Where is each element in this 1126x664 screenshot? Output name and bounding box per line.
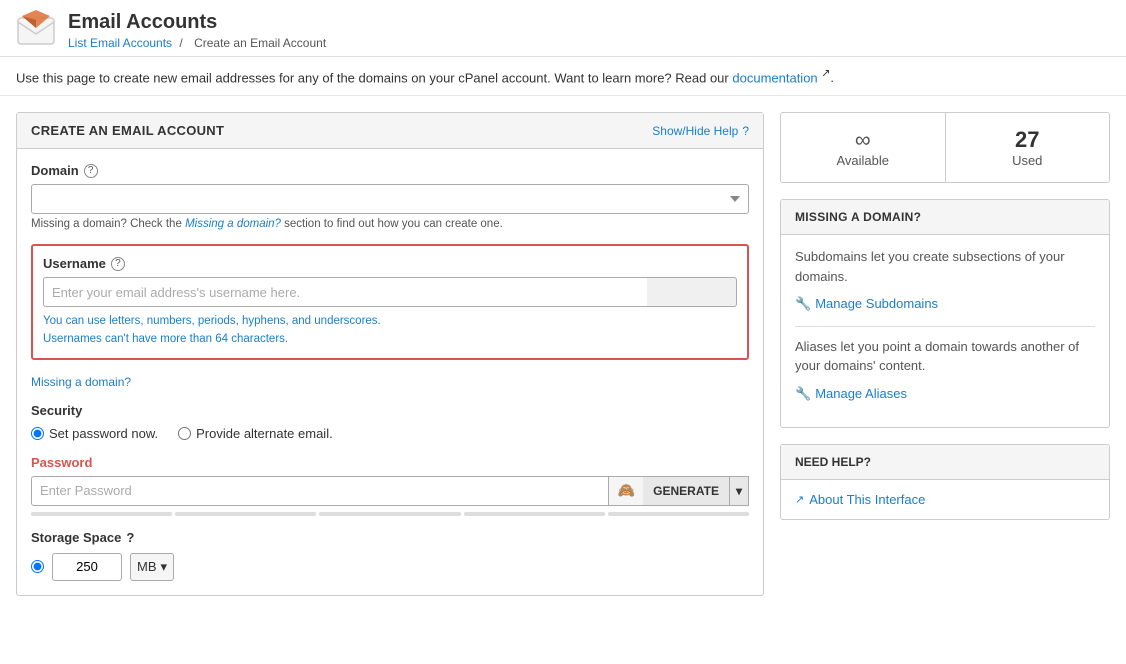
missing-domain-card: MISSING A DOMAIN? Subdomains let you cre… <box>780 199 1110 428</box>
storage-unit-select[interactable]: MB ▾ <box>130 553 174 581</box>
stats-card: ∞ Available 27 Used <box>780 112 1110 183</box>
username-help-icon[interactable]: ? <box>111 257 125 271</box>
strength-segment-1 <box>31 512 172 516</box>
available-stat: ∞ Available <box>781 113 946 182</box>
aliases-text: Aliases let you point a domain towards a… <box>795 337 1095 376</box>
form-card-body: Domain ? Missing a domain? Check the Mis… <box>17 149 763 595</box>
subdomains-text: Subdomains let you create subsections of… <box>795 247 1095 286</box>
missing-domain-link[interactable]: Missing a domain? <box>31 375 131 389</box>
show-hide-help-link[interactable]: Show/Hide Help ? <box>652 124 749 138</box>
manage-subdomains-link[interactable]: 🔧 Manage Subdomains <box>795 294 1095 314</box>
username-section: Username ? You can use letters, numbers,… <box>31 244 749 360</box>
left-column: CREATE AN EMAIL ACCOUNT Show/Hide Help ?… <box>16 112 764 596</box>
manage-aliases-link[interactable]: 🔧 Manage Aliases <box>795 384 1095 404</box>
radio-set-password[interactable]: Set password now. <box>31 426 158 441</box>
security-radio-group: Set password now. Provide alternate emai… <box>31 426 749 441</box>
breadcrumb-current: Create an Email Account <box>194 36 326 50</box>
username-input[interactable] <box>43 277 647 307</box>
toggle-password-button[interactable]: 🙈 <box>609 476 643 506</box>
generate-dropdown-arrow[interactable]: ▾ <box>730 477 748 505</box>
generate-button-label: GENERATE <box>643 477 730 505</box>
security-group: Security Set password now. Provide alter… <box>31 403 749 441</box>
password-label: Password <box>31 455 749 470</box>
domain-missing-link[interactable]: Missing a domain? <box>185 218 281 230</box>
strength-segment-5 <box>608 512 749 516</box>
strength-segment-3 <box>319 512 460 516</box>
breadcrumb-home-link[interactable]: List Email Accounts <box>68 36 172 50</box>
password-group: Password 🙈 GENERATE ▾ <box>31 455 749 516</box>
help-icon: ? <box>742 124 749 138</box>
wrench-icon-aliases: 🔧 <box>795 384 811 404</box>
username-label: Username ? <box>43 256 737 271</box>
strength-segment-4 <box>464 512 605 516</box>
password-strength-bar <box>31 512 749 516</box>
domain-select[interactable] <box>31 184 749 214</box>
form-card-title: CREATE AN EMAIL ACCOUNT <box>31 123 224 138</box>
stats-row: ∞ Available 27 Used <box>781 113 1109 182</box>
radio-alternate-email-input[interactable] <box>178 427 191 440</box>
need-help-card-header: NEED HELP? <box>781 445 1109 480</box>
info-card-divider <box>795 326 1095 327</box>
storage-radio[interactable] <box>31 560 44 573</box>
create-email-form-card: CREATE AN EMAIL ACCOUNT Show/Hide Help ?… <box>16 112 764 596</box>
eye-slash-icon: 🙈 <box>617 482 634 499</box>
about-interface-link[interactable]: ↗ About This Interface <box>795 492 1095 507</box>
username-hints: You can use letters, numbers, periods, h… <box>43 313 737 348</box>
used-stat: 27 Used <box>946 113 1110 182</box>
description-bar: Use this page to create new email addres… <box>0 57 1126 96</box>
password-input-row: 🙈 GENERATE ▾ <box>31 476 749 506</box>
strength-segment-2 <box>175 512 316 516</box>
domain-label: Domain ? <box>31 163 749 178</box>
username-input-row <box>43 277 737 307</box>
domain-group: Domain ? Missing a domain? Check the Mis… <box>31 163 749 230</box>
storage-value-input[interactable] <box>52 553 122 581</box>
form-card-header: CREATE AN EMAIL ACCOUNT Show/Hide Help ? <box>17 113 763 149</box>
storage-help-icon[interactable]: ? <box>126 530 134 545</box>
used-count: 27 <box>956 127 1100 153</box>
security-label: Security <box>31 403 749 418</box>
storage-input-row: MB ▾ <box>31 553 749 581</box>
radio-alternate-email[interactable]: Provide alternate email. <box>178 426 333 441</box>
password-input[interactable] <box>31 476 609 506</box>
storage-label: Storage Space ? <box>31 530 749 545</box>
external-link-icon: ↗ <box>795 493 804 506</box>
breadcrumb: List Email Accounts / Create an Email Ac… <box>68 36 330 50</box>
need-help-card-body: ↗ About This Interface <box>781 480 1109 519</box>
username-domain-suffix <box>647 277 737 307</box>
wrench-icon-subdomains: 🔧 <box>795 294 811 314</box>
email-icon <box>16 10 56 50</box>
documentation-link[interactable]: documentation <box>732 70 817 85</box>
domain-help-icon[interactable]: ? <box>84 164 98 178</box>
storage-unit-chevron: ▾ <box>161 559 168 575</box>
main-layout: CREATE AN EMAIL ACCOUNT Show/Hide Help ?… <box>0 96 1126 612</box>
description-text: Use this page to create new email addres… <box>16 70 729 85</box>
need-help-card: NEED HELP? ↗ About This Interface <box>780 444 1110 520</box>
generate-password-button[interactable]: GENERATE ▾ <box>643 476 749 506</box>
storage-group: Storage Space ? MB ▾ <box>31 530 749 581</box>
domain-hint-text: Missing a domain? Check the Missing a do… <box>31 218 749 230</box>
missing-domain-card-header: MISSING A DOMAIN? <box>781 200 1109 235</box>
right-column: ∞ Available 27 Used MISSING A DOMAIN? Su… <box>780 112 1110 520</box>
page-title: Email Accounts <box>68 10 330 34</box>
page-header: Email Accounts List Email Accounts / Cre… <box>0 0 1126 57</box>
missing-domain-card-body: Subdomains let you create subsections of… <box>781 235 1109 427</box>
radio-set-password-input[interactable] <box>31 427 44 440</box>
